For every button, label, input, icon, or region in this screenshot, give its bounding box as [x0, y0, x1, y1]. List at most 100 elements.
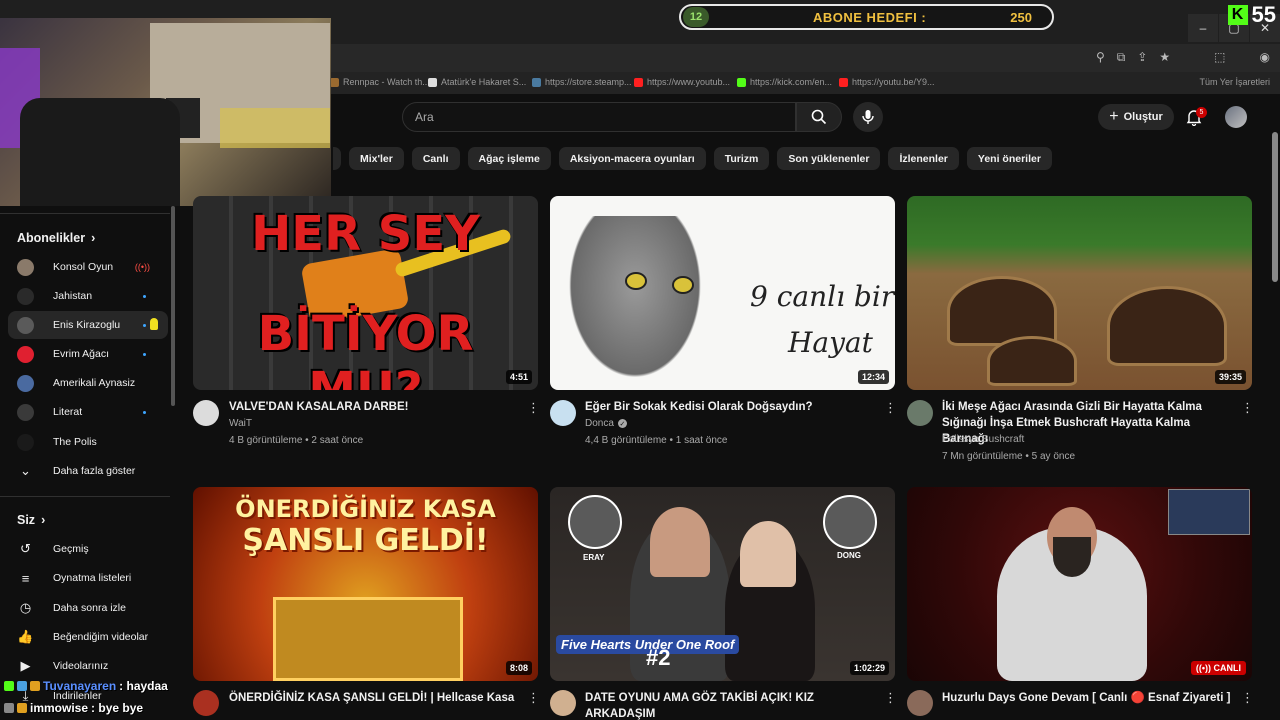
video-channel[interactable]: WaiT [229, 418, 252, 429]
search-input[interactable]: Ara [402, 102, 796, 132]
video-thumbnail[interactable]: HER SEY BİTİYOR MU? 4:51 [193, 196, 538, 390]
bookmark-favicon-icon [428, 77, 437, 87]
video-title[interactable]: Eğer Bir Sokak Kedisi Olarak Doğsaydın? [585, 399, 875, 415]
thumb-name-left: ERAY [583, 553, 605, 562]
microphone-icon [862, 110, 874, 124]
cast-icon[interactable]: ⧉ [1117, 50, 1126, 65]
voice-search-button[interactable] [853, 102, 883, 132]
video-thumbnail[interactable]: 9 canlı bir Hayat 12:34 [550, 196, 895, 390]
share-icon[interactable]: ⇪ [1137, 50, 1147, 65]
video-channel[interactable]: Polissya Bushcraft [942, 434, 1024, 445]
all-bookmarks-link[interactable]: Tüm Yer İşaretleri [1199, 77, 1270, 87]
your-videos-icon: ▶ [20, 658, 31, 673]
create-button[interactable]: + Oluştur [1098, 104, 1174, 130]
channel-avatar[interactable] [907, 400, 933, 426]
account-avatar[interactable] [1225, 106, 1247, 128]
channel-avatar[interactable] [907, 690, 933, 716]
video-thumbnail[interactable]: ERAY DONG Five Hearts Under One Roof #2 … [550, 487, 895, 681]
video-thumbnail[interactable]: ÖNERDİĞİNİZ KASA ŞANSLI GELDİ! 8:08 [193, 487, 538, 681]
channel-avatar [17, 403, 34, 421]
mouse-cursor [150, 318, 158, 330]
sidebar-item-history[interactable]: ↺ Geçmiş [8, 535, 168, 563]
more-options-icon[interactable]: ⋮ [1241, 400, 1254, 416]
video-title[interactable]: VALVE'DAN KASALARA DARBE! [229, 399, 519, 415]
thumb-headline: HER SEY [251, 206, 480, 262]
bookmark-star-icon[interactable]: ★ [1159, 50, 1170, 65]
chip-tourism[interactable]: Turizm [713, 147, 770, 170]
chip-action-adventure[interactable]: Aksiyon-macera oyunları [558, 147, 706, 170]
video-title[interactable]: Huzurlu Days Gone Devam [ Canlı 🔴 Esnaf … [942, 690, 1232, 706]
video-duration: 4:51 [505, 370, 532, 384]
search-button[interactable] [796, 102, 842, 132]
new-content-dot [143, 294, 146, 298]
channel-avatar [17, 258, 34, 276]
channel-avatar[interactable] [550, 690, 576, 716]
viewer-count: 55 [1251, 2, 1276, 27]
steam-icon [532, 77, 541, 87]
video-title[interactable]: DATE OYUNU AMA GÖZ TAKİBİ AÇIK! KIZ ARKA… [585, 690, 875, 720]
address-bar-icons: ⚲ ⧉ ⇪ ★ ⬚ ◉ [1096, 50, 1270, 65]
chat-message: immowise : bye bye [4, 701, 143, 715]
more-options-icon[interactable]: ⋮ [527, 400, 540, 416]
page-scrollbar[interactable] [1270, 100, 1280, 720]
channel-avatar[interactable] [193, 400, 219, 426]
page-scrollbar-thumb[interactable] [1272, 132, 1278, 282]
thumb-face [650, 507, 710, 577]
sidebar-scrollbar[interactable] [171, 206, 175, 406]
sidebar-sub-jahistan[interactable]: Jahistan [8, 282, 168, 310]
sub-badge-icon [17, 681, 27, 691]
sidebar-sub-enis-kirazoglu[interactable]: Enis Kirazoglu [8, 311, 168, 339]
chip-recently-uploaded[interactable]: Son yüklenenler [777, 147, 881, 170]
bookmark-item[interactable]: https://kick.com/en... [737, 77, 832, 87]
video-title[interactable]: ÖNERDİĞİNİZ KASA ŞANSLI GELDİ! | Hellcas… [229, 690, 519, 706]
sidebar-divider [0, 213, 170, 214]
chip-all[interactable] [333, 147, 341, 170]
video-duration: 39:35 [1214, 370, 1246, 384]
create-label: Oluştur [1123, 111, 1163, 123]
bookmark-item[interactable]: Rennpac - Watch th... [330, 77, 430, 87]
extensions-icon[interactable]: ⬚ [1214, 50, 1225, 65]
more-options-icon[interactable]: ⋮ [884, 400, 897, 416]
subscriptions-heading[interactable]: Abonelikler › [17, 231, 95, 245]
like-icon: 👍 [17, 629, 34, 644]
sidebar-sub-amerikali-aynasiz[interactable]: Amerikali Aynasiz [8, 369, 168, 397]
more-options-icon[interactable]: ⋮ [1241, 690, 1254, 706]
minimize-button[interactable]: – [1188, 14, 1218, 42]
chip-live[interactable]: Canlı [411, 147, 460, 170]
sidebar-item-liked-videos[interactable]: 👍 Beğendiğim videolar [8, 623, 168, 651]
show-more-button[interactable]: ⌄ Daha fazla göster [8, 457, 168, 485]
zoom-icon[interactable]: ⚲ [1096, 50, 1105, 65]
webcam-desk-light [220, 108, 330, 148]
sidebar-sub-literat[interactable]: Literat [8, 398, 168, 426]
bookmark-item[interactable]: Atatürk'e Hakaret S... [428, 77, 526, 87]
sidebar-sub-the-polis[interactable]: The Polis [8, 428, 168, 456]
bookmark-item[interactable]: https://www.youtub... [634, 77, 730, 87]
video-meta: 4 B görüntüleme • 2 saat önce [229, 435, 364, 446]
thumb-portrait-right [823, 495, 877, 549]
sidebar-sub-konsol-oyun[interactable]: Konsol Oyun ((•)) [8, 253, 168, 281]
video-thumbnail[interactable]: ((•)) CANLI [907, 487, 1252, 681]
channel-avatar[interactable] [193, 690, 219, 716]
profile-icon[interactable]: ◉ [1260, 50, 1270, 65]
chip-mixes[interactable]: Mix'ler [349, 147, 404, 170]
more-options-icon[interactable]: ⋮ [884, 690, 897, 706]
notification-count-badge: 5 [1196, 107, 1207, 118]
bookmark-item[interactable]: https://store.steamp... [532, 77, 632, 87]
channel-avatar[interactable] [550, 400, 576, 426]
sidebar-sub-evrim-agaci[interactable]: Evrim Ağacı [8, 340, 168, 368]
verified-icon: ✓ [617, 419, 627, 428]
chip-new-to-you[interactable]: Yeni öneriler [966, 147, 1052, 170]
video-duration: 1:02:29 [849, 661, 889, 675]
chip-woodworking[interactable]: Ağaç işleme [467, 147, 551, 170]
more-options-icon[interactable]: ⋮ [527, 690, 540, 706]
video-channel[interactable]: Donca ✓ [585, 418, 627, 429]
sidebar-item-watch-later[interactable]: ◷ Daha sonra izle [8, 594, 168, 622]
chip-watched[interactable]: İzlenenler [888, 147, 959, 170]
thumb-crate-art [273, 597, 463, 681]
moderator-badge-icon [4, 703, 14, 713]
sidebar-item-playlists[interactable]: ≡ Oynatma listeleri [8, 564, 168, 592]
sidebar-item-your-videos[interactable]: ▶ Videolarınız [8, 652, 168, 680]
bookmark-item[interactable]: https://youtu.be/Y9... [839, 77, 935, 87]
you-heading[interactable]: Siz › [17, 513, 45, 527]
video-thumbnail[interactable]: 39:35 [907, 196, 1252, 390]
